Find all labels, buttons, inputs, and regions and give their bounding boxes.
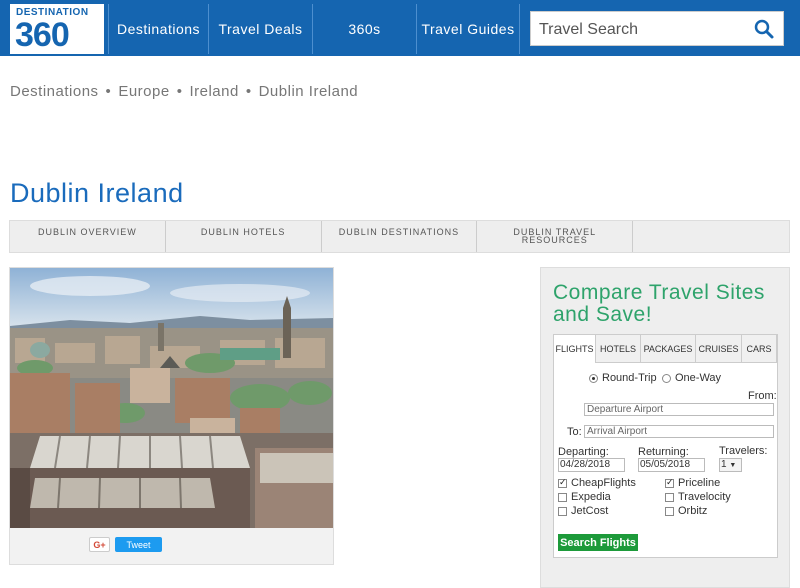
tab-dublin-hotels[interactable]: DUBLIN HOTELS [166, 221, 322, 252]
site-checkbox-jetcost[interactable]: JetCost [558, 505, 608, 517]
arrival-airport-input[interactable]: Arrival Airport [584, 425, 774, 438]
one-way-label: One-Way [675, 372, 722, 384]
checkbox-checked-icon [558, 477, 567, 488]
site-label: Travelocity [678, 491, 731, 503]
nav-360s[interactable]: 360s [312, 4, 416, 54]
flight-search-form: FLIGHTS HOTELS PACKAGES CRUISES CARS Rou… [553, 334, 778, 558]
photo-panel: G+ Tweet [9, 267, 334, 565]
departing-label: Departing: [558, 446, 609, 458]
departure-airport-input[interactable]: Departure Airport [584, 403, 774, 416]
destination360-logo[interactable]: DESTINATION 360 [10, 4, 104, 54]
tab-dublin-destinations[interactable]: DUBLIN DESTINATIONS [322, 221, 478, 252]
subnav-empty-cell [633, 221, 789, 252]
breadcrumb: Destinations • Europe • Ireland • Dublin… [10, 83, 358, 100]
site-checkbox-priceline[interactable]: Priceline [665, 477, 720, 489]
dublin-skyline-photo [10, 268, 333, 528]
site-checkbox-travelocity[interactable]: Travelocity [665, 491, 731, 503]
breadcrumb-destinations[interactable]: Destinations [10, 83, 99, 100]
breadcrumb-separator: • [176, 83, 183, 100]
site-label: CheapFlights [571, 477, 636, 489]
chevron-down-icon: ▼ [729, 462, 737, 469]
tab-dublin-overview[interactable]: DUBLIN OVERVIEW [10, 221, 166, 252]
compare-tabs: FLIGHTS HOTELS PACKAGES CRUISES CARS [554, 335, 777, 363]
breadcrumb-separator: • [245, 83, 252, 100]
round-trip-label: Round-Trip [602, 372, 657, 384]
from-label: From: [748, 390, 777, 402]
compare-travel-widget: Compare Travel Sites and Save! FLIGHTS H… [540, 267, 790, 588]
page-title: Dublin Ireland [10, 178, 184, 208]
travelers-value: 1 [721, 459, 727, 470]
tab-hotels[interactable]: HOTELS [596, 335, 641, 363]
checkbox-unchecked-icon [665, 492, 674, 502]
checkbox-unchecked-icon [665, 506, 674, 516]
tab-flights[interactable]: FLIGHTS [554, 335, 596, 363]
tweet-button[interactable]: Tweet [115, 537, 162, 552]
site-label: Expedia [571, 491, 611, 503]
breadcrumb-ireland[interactable]: Ireland [189, 83, 238, 100]
returning-date-value: 05/05/2018 [640, 459, 691, 470]
compare-title: Compare Travel Sites and Save! [553, 281, 765, 326]
breadcrumb-europe[interactable]: Europe [118, 83, 169, 100]
site-checkbox-orbitz[interactable]: Orbitz [665, 505, 707, 517]
checkbox-unchecked-icon [558, 506, 567, 516]
to-label: To: [567, 426, 582, 438]
returning-date-input[interactable]: 05/05/2018 [638, 458, 705, 472]
radio-selected-icon [589, 373, 598, 383]
logo-big-text: 360 [15, 16, 70, 54]
one-way-radio[interactable]: One-Way [662, 372, 721, 384]
departing-date-value: 04/28/2018 [560, 459, 611, 470]
tab-packages[interactable]: PACKAGES [641, 335, 696, 363]
travel-search-input[interactable]: Travel Search [530, 11, 784, 46]
nav-travel-guides[interactable]: Travel Guides [416, 4, 520, 54]
travelers-select[interactable]: 1 ▼ [719, 458, 742, 472]
nav-travel-deals[interactable]: Travel Deals [208, 4, 312, 54]
tab-cars[interactable]: CARS [742, 335, 777, 363]
site-checkbox-expedia[interactable]: Expedia [558, 491, 611, 503]
nav-destinations[interactable]: Destinations [108, 4, 208, 54]
site-label: Priceline [678, 477, 721, 489]
site-label: Orbitz [678, 505, 708, 517]
tab-cruises[interactable]: CRUISES [696, 335, 742, 363]
search-flights-button[interactable]: Search Flights [558, 534, 638, 551]
checkbox-checked-icon [665, 477, 674, 488]
travelers-label: Travelers: [719, 445, 768, 457]
checkbox-unchecked-icon [558, 492, 567, 502]
search-placeholder: Travel Search [539, 21, 638, 38]
top-header: DESTINATION 360 Destinations Travel Deal… [0, 0, 800, 56]
site-checkbox-cheapflights[interactable]: CheapFlights [558, 477, 636, 489]
search-icon[interactable] [753, 18, 775, 40]
round-trip-radio[interactable]: Round-Trip [589, 372, 657, 384]
breadcrumb-dublin: Dublin Ireland [258, 83, 359, 100]
google-plus-share-button[interactable]: G+ [89, 537, 110, 552]
breadcrumb-separator: • [105, 83, 112, 100]
tab-dublin-travel-resources[interactable]: DUBLIN TRAVEL RESOURCES [477, 221, 634, 252]
departing-date-input[interactable]: 04/28/2018 [558, 458, 625, 472]
destination-subnav: DUBLIN OVERVIEW DUBLIN HOTELS DUBLIN DES… [9, 220, 790, 253]
returning-label: Returning: [638, 446, 689, 458]
site-label: JetCost [571, 505, 609, 517]
radio-unselected-icon [662, 373, 671, 383]
